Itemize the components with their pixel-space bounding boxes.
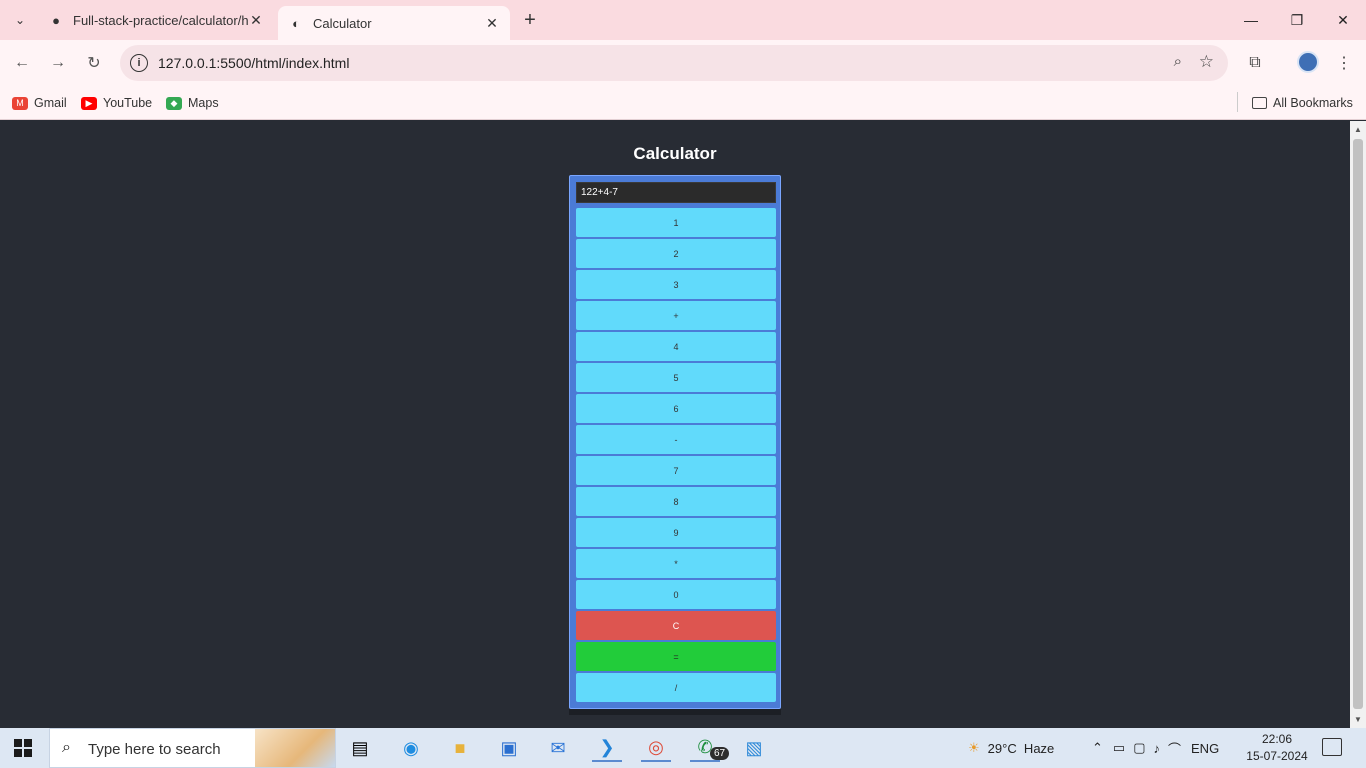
minimize-icon[interactable]: — bbox=[1228, 0, 1274, 40]
mail-icon[interactable]: ✉ bbox=[543, 734, 573, 762]
more-menu-icon[interactable]: ⋮ bbox=[1332, 51, 1356, 75]
weather-text: 29°C Haze bbox=[987, 740, 1055, 756]
new-tab-icon[interactable]: + bbox=[518, 8, 542, 32]
calculator-keys: 1 2 3 + 4 5 6 - 7 8 9 * 0 C = / bbox=[576, 208, 776, 704]
key-8[interactable]: 8 bbox=[576, 487, 776, 516]
back-icon[interactable]: ← bbox=[10, 51, 34, 75]
scroll-up-icon[interactable]: ▲ bbox=[1354, 125, 1362, 134]
battery-icon[interactable]: ▭ bbox=[1113, 740, 1125, 756]
calculator: 122+4-7 1 2 3 + 4 5 6 - 7 8 9 * 0 C = / bbox=[569, 175, 781, 709]
close-tab-icon[interactable]: ✕ bbox=[484, 15, 500, 31]
key-3[interactable]: 3 bbox=[576, 270, 776, 299]
equals-button[interactable]: = bbox=[576, 642, 776, 671]
gmail-icon: M bbox=[12, 96, 28, 110]
task-view-icon[interactable]: ▤ bbox=[345, 734, 375, 762]
page-title: Calculator bbox=[633, 144, 717, 163]
key-minus[interactable]: - bbox=[576, 425, 776, 454]
tab-title: Full-stack-practice/calculator/ht bbox=[73, 12, 248, 28]
search-placeholder: Type here to search bbox=[88, 741, 221, 758]
key-multiply[interactable]: * bbox=[576, 549, 776, 578]
chevron-up-icon[interactable]: ⌃ bbox=[1092, 740, 1103, 756]
taskbar: ⌕ Type here to search ▤ ◉ ■ ▣ ✉ ❯ ◎ ✆ ▧ … bbox=[0, 728, 1366, 768]
key-0[interactable]: 0 bbox=[576, 580, 776, 609]
search-icon: ⌕ bbox=[62, 739, 71, 756]
restore-icon[interactable]: ❐ bbox=[1274, 0, 1320, 40]
close-tab-icon[interactable]: ✕ bbox=[248, 12, 264, 28]
page-scrollbar[interactable]: ▲ ▼ bbox=[1350, 121, 1366, 728]
clear-button[interactable]: C bbox=[576, 611, 776, 640]
site-info-icon[interactable]: i bbox=[130, 54, 148, 72]
all-bookmarks-label: All Bookmarks bbox=[1273, 96, 1353, 110]
key-1[interactable]: 1 bbox=[576, 208, 776, 237]
language-indicator[interactable]: ENG bbox=[1191, 741, 1219, 756]
tray-icons: ⌃ ▭ ▢ ♪ ⌒ ENG bbox=[1092, 728, 1219, 768]
forward-icon[interactable]: → bbox=[46, 51, 70, 75]
notifications-icon[interactable] bbox=[1322, 738, 1342, 756]
profile-avatar[interactable] bbox=[1297, 51, 1319, 73]
key-5[interactable]: 5 bbox=[576, 363, 776, 392]
clock-date: 15-07-2024 bbox=[1246, 749, 1308, 763]
zoom-icon[interactable]: ⌕ bbox=[1174, 53, 1182, 70]
bookmark-maps[interactable]: ◆ Maps bbox=[166, 93, 219, 113]
taskbar-search-input[interactable]: ⌕ Type here to search bbox=[49, 728, 336, 768]
browser-toolbar: ← → ↻ i 127.0.0.1:5500/html/index.html ⌕… bbox=[0, 40, 1366, 86]
key-divide[interactable]: / bbox=[576, 673, 776, 702]
store-icon[interactable]: ▣ bbox=[494, 734, 524, 762]
whatsapp-badge: 67 bbox=[710, 747, 730, 760]
weather-widget[interactable]: ☀ 29°C Haze bbox=[968, 728, 1054, 768]
key-9[interactable]: 9 bbox=[576, 518, 776, 547]
globe-icon: ◐ bbox=[292, 15, 300, 31]
tab-title: Calculator bbox=[313, 15, 372, 31]
address-bar[interactable]: i 127.0.0.1:5500/html/index.html ⌕ ☆ bbox=[120, 45, 1228, 81]
weather-icon: ☀ bbox=[968, 740, 980, 755]
tab-search-chevron-icon[interactable]: ⌄ bbox=[8, 8, 32, 32]
calculator-display[interactable]: 122+4-7 bbox=[576, 182, 776, 203]
vscode-icon[interactable]: ❯ bbox=[592, 734, 622, 762]
bookmark-gmail[interactable]: M Gmail bbox=[12, 93, 67, 113]
file-explorer-icon[interactable]: ■ bbox=[445, 734, 475, 762]
clock-time: 22:06 bbox=[1261, 732, 1293, 746]
chrome-icon[interactable]: ◎ bbox=[641, 734, 671, 762]
close-window-icon[interactable]: ✕ bbox=[1320, 0, 1366, 40]
scrollbar-thumb[interactable] bbox=[1353, 139, 1363, 709]
bookmark-star-icon[interactable]: ☆ bbox=[1199, 52, 1214, 72]
bookmarks-divider bbox=[1237, 92, 1238, 112]
bookmarks-bar: M Gmail ▶ YouTube ◆ Maps All Bookmarks bbox=[0, 86, 1366, 120]
key-4[interactable]: 4 bbox=[576, 332, 776, 361]
key-plus[interactable]: + bbox=[576, 301, 776, 330]
key-7[interactable]: 7 bbox=[576, 456, 776, 485]
bookmark-label: YouTube bbox=[103, 96, 153, 110]
tab-github[interactable]: ● Full-stack-practice/calculator/ht ✕ bbox=[38, 0, 274, 40]
tab-strip: ⌄ ● Full-stack-practice/calculator/ht ✕ … bbox=[0, 0, 1366, 40]
clock[interactable]: 22:06 15-07-2024 bbox=[1242, 731, 1312, 765]
key-6[interactable]: 6 bbox=[576, 394, 776, 423]
reload-icon[interactable]: ↻ bbox=[82, 51, 106, 75]
volume-icon[interactable]: ♪ bbox=[1154, 741, 1161, 756]
extensions-icon[interactable]: ⧉ bbox=[1243, 51, 1267, 75]
maps-icon: ◆ bbox=[166, 96, 182, 110]
meet-now-icon[interactable]: ▢ bbox=[1133, 740, 1145, 756]
tab-calculator[interactable]: ◐ Calculator ✕ bbox=[278, 6, 510, 40]
wifi-icon[interactable]: ⌒ bbox=[1168, 739, 1181, 758]
key-2[interactable]: 2 bbox=[576, 239, 776, 268]
scroll-down-icon[interactable]: ▼ bbox=[1354, 715, 1362, 724]
edge-icon[interactable]: ◉ bbox=[396, 734, 426, 762]
bookmark-youtube[interactable]: ▶ YouTube bbox=[81, 93, 152, 113]
url-text[interactable]: 127.0.0.1:5500/html/index.html bbox=[158, 55, 349, 71]
windows-start-icon[interactable] bbox=[14, 739, 32, 757]
search-highlight-image bbox=[255, 729, 335, 767]
photos-icon[interactable]: ▧ bbox=[739, 734, 769, 762]
calculator-shadow bbox=[569, 709, 781, 715]
bookmark-label: Gmail bbox=[34, 96, 67, 110]
github-icon: ● bbox=[52, 12, 60, 28]
all-bookmarks[interactable]: All Bookmarks bbox=[1252, 93, 1353, 113]
bookmark-label: Maps bbox=[188, 96, 219, 110]
youtube-icon: ▶ bbox=[81, 96, 97, 110]
folder-icon bbox=[1252, 97, 1267, 109]
